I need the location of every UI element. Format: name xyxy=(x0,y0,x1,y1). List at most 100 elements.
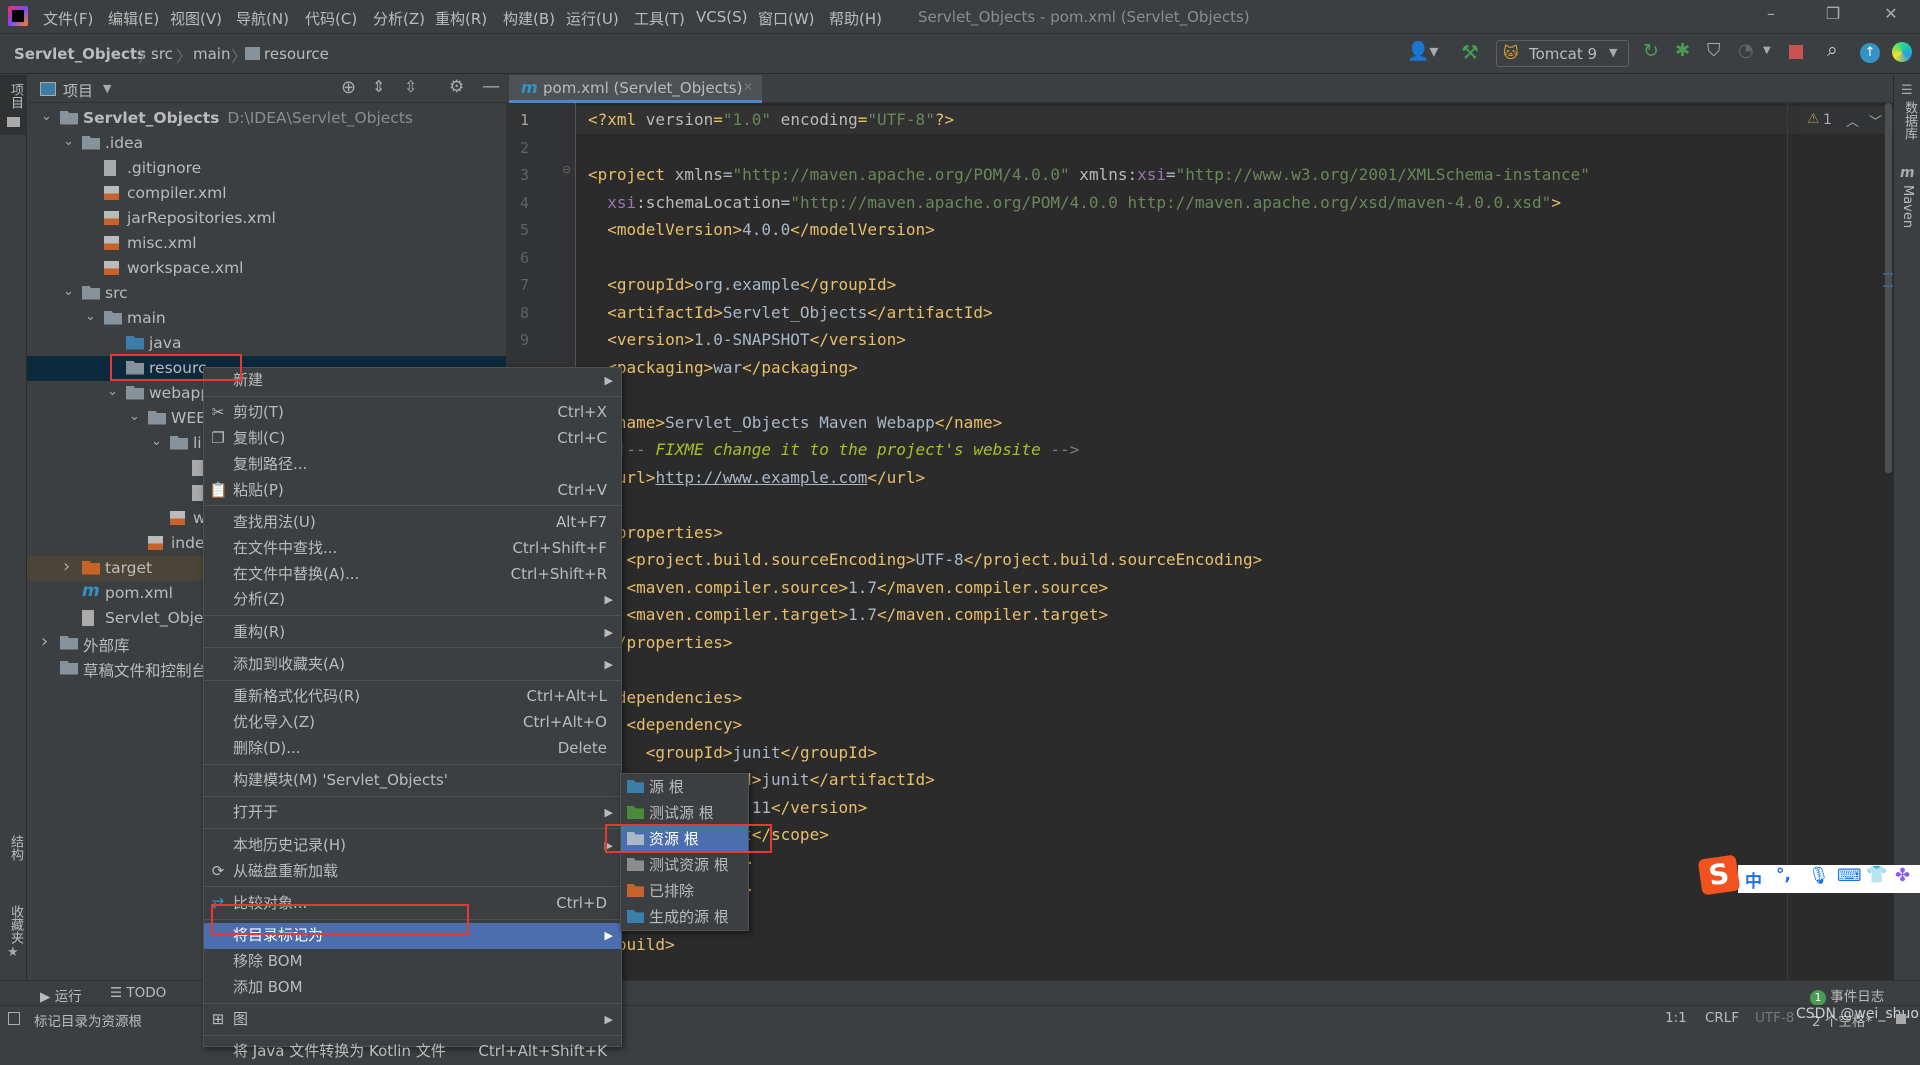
chevron-down-icon[interactable]: ⌄ xyxy=(129,409,140,424)
skin-icon[interactable]: 👕 xyxy=(1866,865,1887,885)
minimize-icon[interactable]: – xyxy=(1756,4,1786,30)
rerun-icon[interactable]: ↻ xyxy=(1643,40,1659,62)
menu-item[interactable]: 优化导入(Z) Ctrl+Alt+O xyxy=(204,710,621,736)
jetbrains-toolbox-icon[interactable] xyxy=(1892,42,1912,62)
menu-3[interactable]: 导航(N) xyxy=(236,8,289,29)
menu-7[interactable]: 构建(B) xyxy=(503,8,555,29)
menu-item[interactable]: 分析(Z) ▶ xyxy=(204,587,621,613)
tree-item[interactable]: java xyxy=(27,331,506,356)
menu-2[interactable]: 视图(V) xyxy=(170,8,222,29)
chevron-down-icon[interactable]: ⌄ xyxy=(63,134,74,149)
search-icon[interactable]: ⌕ xyxy=(1827,39,1838,61)
menu-item[interactable]: 在文件中查找... Ctrl+Shift+F xyxy=(204,536,621,562)
menu-item[interactable]: 重构(R) ▶ xyxy=(204,620,621,646)
restore-icon[interactable]: ❐ xyxy=(1818,4,1848,30)
menu-item[interactable]: ✂ 剪切(T) Ctrl+X xyxy=(204,400,621,426)
database-tool-button[interactable]: 数据库 xyxy=(1900,101,1919,140)
tree-item[interactable]: ⌄ .idea xyxy=(27,131,506,156)
menu-11[interactable]: 窗口(W) xyxy=(758,8,815,29)
fold-marker-icon[interactable]: ⊖ xyxy=(562,163,571,176)
menu-item[interactable]: ❐ 复制(C) Ctrl+C xyxy=(204,426,621,452)
todo-tool-button[interactable]: ☰ TODO xyxy=(110,985,166,1001)
submenu-item[interactable]: 测试资源 根 xyxy=(621,852,748,878)
tree-item[interactable]: misc.xml xyxy=(27,231,506,256)
event-log-button[interactable]: 1 事件日志 xyxy=(1810,985,1884,1006)
next-highlight-icon[interactable]: ﹀ xyxy=(1869,111,1882,130)
editor-scrollbar[interactable] xyxy=(1883,103,1893,980)
menu-item[interactable]: 查找用法(U) Alt+F7 xyxy=(204,510,621,536)
minimize-panel-icon[interactable]: — xyxy=(482,76,500,97)
menu-item[interactable]: 在文件中替换(A)... Ctrl+Shift+R xyxy=(204,562,621,588)
menu-6[interactable]: 重构(R) xyxy=(435,8,487,29)
caret-position[interactable]: 1:1 xyxy=(1665,1010,1687,1026)
menu-item[interactable]: 添加到收藏夹(A) ▶ xyxy=(204,652,621,678)
chevron-right-icon[interactable]: › xyxy=(41,631,48,652)
tab-pom-xml[interactable]: m pom.xml (Servlet_Objects) ✕ xyxy=(509,75,762,103)
menu-item[interactable]: 构建模块(M) 'Servlet_Objects' xyxy=(204,768,621,794)
sogou-logo[interactable]: S xyxy=(1697,854,1741,896)
submenu-item[interactable]: 已排除 xyxy=(621,878,748,904)
user-icon[interactable]: 👤▾ xyxy=(1407,41,1438,62)
menu-item[interactable]: 移除 BOM xyxy=(204,949,621,975)
chevron-down-icon[interactable]: ⌄ xyxy=(85,309,96,324)
input-mode-toggle[interactable]: 中 xyxy=(1745,867,1762,892)
menu-item[interactable]: 新建 ▶ xyxy=(204,368,621,394)
run-config-dropdown[interactable]: 🐱 Tomcat 9 ▼ xyxy=(1496,40,1629,67)
tree-item[interactable]: workspace.xml xyxy=(27,256,506,281)
apps-icon[interactable]: ✤ xyxy=(1895,865,1910,886)
breadcrumb-src[interactable]: src xyxy=(151,45,173,63)
run-tool-button[interactable]: ▶ 运行 xyxy=(40,985,82,1005)
menu-4[interactable]: 代码(C) xyxy=(305,8,357,29)
previous-highlight-icon[interactable]: ︿ xyxy=(1846,111,1859,130)
locate-icon[interactable]: ⊕ xyxy=(341,77,356,98)
menu-item[interactable]: ⊞ 图 ▶ xyxy=(204,1007,621,1033)
tree-item[interactable]: .gitignore xyxy=(27,156,506,181)
project-tool-button[interactable]: 项目 xyxy=(0,75,27,135)
chevron-down-icon[interactable]: ⌄ xyxy=(151,434,162,449)
menu-8[interactable]: 运行(U) xyxy=(566,8,619,29)
stop-icon[interactable] xyxy=(1789,45,1803,59)
maven-tool-button[interactable]: Maven xyxy=(1900,185,1915,228)
breadcrumb-main[interactable]: main xyxy=(193,45,230,63)
menu-item[interactable]: ⟳ 从磁盘重新加载 xyxy=(204,859,621,885)
tree-item[interactable]: ⌄ Servlet_Objects D:\IDEA\Servlet_Objects xyxy=(27,106,506,131)
favorites-tool-button[interactable]: 收藏夹 xyxy=(6,905,25,944)
coverage-icon[interactable]: ⛉ xyxy=(1707,40,1721,61)
chevron-down-icon[interactable]: ▼ xyxy=(1763,45,1771,56)
inspection-widget[interactable]: ⚠ 1 ︿ ﹀ xyxy=(1801,109,1891,133)
tree-item[interactable]: compiler.xml xyxy=(27,181,506,206)
menu-0[interactable]: 文件(F) xyxy=(43,8,93,29)
menu-item[interactable]: 重新格式化代码(R) Ctrl+Alt+L xyxy=(204,684,621,710)
tree-item[interactable]: jarRepositories.xml xyxy=(27,206,506,231)
collapse-all-icon[interactable]: ⇳ xyxy=(404,77,417,96)
chevron-down-icon[interactable]: ⌄ xyxy=(41,109,52,124)
menu-5[interactable]: 分析(Z) xyxy=(373,8,425,29)
profile-icon[interactable]: ◔ xyxy=(1738,40,1754,61)
chevron-right-icon[interactable]: › xyxy=(63,556,70,577)
menu-item[interactable]: 📋 粘贴(P) Ctrl+V xyxy=(204,478,621,504)
menu-12[interactable]: 帮助(H) xyxy=(829,8,882,29)
menu-item[interactable]: 添加 BOM xyxy=(204,975,621,1001)
menu-10[interactable]: VCS(S) xyxy=(696,8,747,26)
menu-item[interactable]: 打开于 ▶ xyxy=(204,800,621,826)
menu-item[interactable]: 将 Java 文件转换为 Kotlin 文件 Ctrl+Alt+Shift+K xyxy=(204,1039,621,1065)
microphone-icon[interactable]: 🎙 xyxy=(1808,866,1830,886)
breadcrumb-project[interactable]: Servlet_Objects xyxy=(14,45,146,63)
close-tab-icon[interactable]: ✕ xyxy=(743,80,753,94)
expand-all-icon[interactable]: ⇕ xyxy=(372,77,385,96)
structure-tool-button[interactable]: 结构 xyxy=(6,835,25,861)
menu-item[interactable]: 删除(D)... Delete xyxy=(204,736,621,762)
gear-icon[interactable]: ⚙ xyxy=(449,77,464,97)
chevron-down-icon[interactable]: ⌄ xyxy=(63,284,74,299)
chevron-down-icon[interactable]: ⌄ xyxy=(107,384,118,399)
menu-item[interactable]: 复制路径... xyxy=(204,452,621,478)
submenu-item[interactable]: 测试源 根 xyxy=(621,800,748,826)
menu-1[interactable]: 编辑(E) xyxy=(108,8,159,29)
tree-item[interactable]: ⌄ src xyxy=(27,281,506,306)
submenu-item[interactable]: 源 根 xyxy=(621,774,748,800)
update-icon[interactable]: ↑ xyxy=(1860,43,1880,63)
chevron-down-icon[interactable]: ▼ xyxy=(103,82,111,95)
scrollbar-thumb[interactable] xyxy=(1885,103,1892,473)
submenu-item[interactable]: 生成的源 根 xyxy=(621,904,748,930)
debug-icon[interactable]: ✱ xyxy=(1675,40,1690,61)
